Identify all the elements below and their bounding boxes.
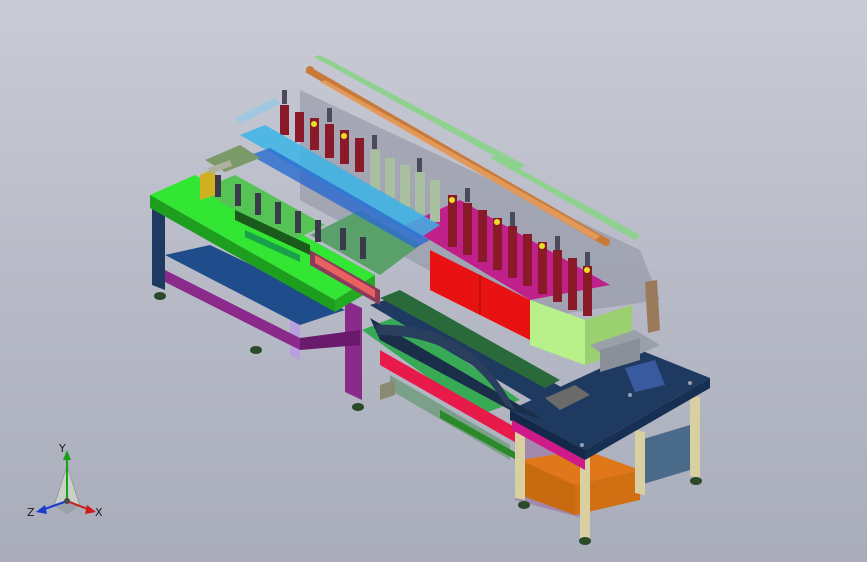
z-axis-label: Z bbox=[27, 506, 35, 519]
y-axis-label: Y bbox=[59, 442, 66, 455]
x-axis-label: X bbox=[95, 506, 103, 519]
cad-viewport[interactable]: Y X Z bbox=[0, 0, 867, 562]
axis-triad[interactable]: Y X Z bbox=[22, 442, 112, 526]
left-frame-leg bbox=[345, 300, 362, 400]
machine-assembly-model[interactable] bbox=[0, 0, 867, 562]
